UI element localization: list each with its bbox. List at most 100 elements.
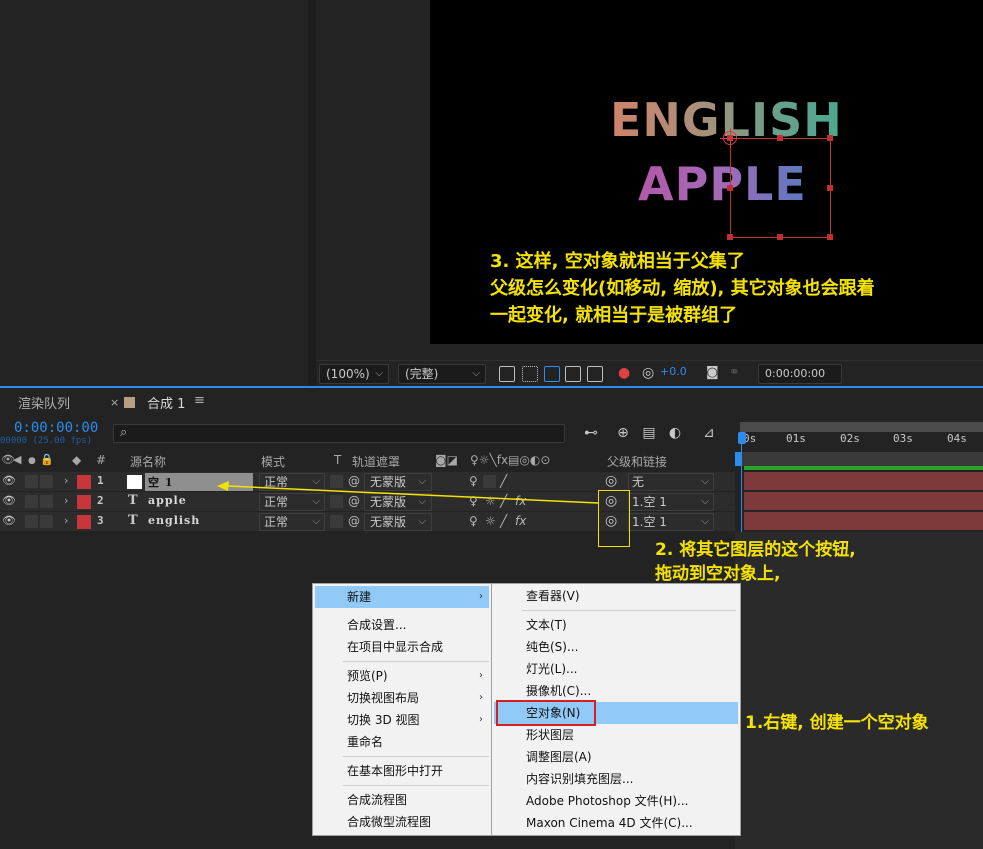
motion-blur-icon[interactable]: ◐ bbox=[666, 425, 684, 441]
work-area-bar[interactable] bbox=[735, 452, 983, 466]
expand-chevron-icon[interactable]: › bbox=[64, 494, 68, 507]
tab-close-icon[interactable]: × bbox=[110, 396, 119, 409]
shy-switch-icon[interactable]: ♀ bbox=[469, 494, 478, 508]
layer-row[interactable]: 👁 › 1 空 1 正常 ⌵ @ 无蒙版 ⌵ ♀ ╱ ◎ 无 ⌵ bbox=[0, 471, 735, 491]
submenu-item-light[interactable]: 灯光(L)... bbox=[494, 658, 738, 680]
exposure-reset-icon[interactable]: ◎ bbox=[642, 365, 654, 381]
submenu-item-cinema-4d-file[interactable]: Maxon Cinema 4D 文件(C)... bbox=[494, 812, 738, 834]
resolution-select[interactable]: (完整) ⌵ bbox=[398, 364, 486, 384]
label-color-swatch[interactable] bbox=[77, 495, 91, 509]
label-color-swatch[interactable] bbox=[77, 515, 91, 529]
eye-icon[interactable]: 👁 bbox=[2, 514, 16, 527]
mask-visibility-icon[interactable] bbox=[544, 366, 560, 382]
lock-toggle[interactable] bbox=[40, 495, 53, 508]
submenu-item-text[interactable]: 文本(T) bbox=[494, 614, 738, 636]
parent-dropdown[interactable]: 1.空 1 ⌵ bbox=[628, 493, 714, 511]
submenu-item-solid[interactable]: 纯色(S)... bbox=[494, 636, 738, 658]
menu-item-reveal-in-project[interactable]: 在项目中显示合成 bbox=[315, 636, 489, 658]
quality-switch-icon[interactable]: ╱ bbox=[500, 514, 507, 528]
quality-switch-icon[interactable]: ╱ bbox=[500, 474, 507, 488]
layer-duration-bar[interactable] bbox=[744, 472, 983, 490]
quality-switch-icon[interactable]: ╱ bbox=[500, 494, 507, 508]
layer-duration-bar[interactable] bbox=[744, 512, 983, 530]
transform-handle[interactable] bbox=[777, 135, 783, 141]
region-of-interest-icon[interactable] bbox=[565, 366, 581, 382]
preserve-transparency-toggle[interactable] bbox=[330, 495, 343, 508]
menu-item-open-in-essential-graphics[interactable]: 在基本图形中打开 bbox=[315, 760, 489, 782]
draft-3d-icon[interactable]: ⊷ bbox=[582, 425, 600, 441]
expand-chevron-icon[interactable]: › bbox=[64, 514, 68, 527]
layer-name[interactable]: apple bbox=[148, 494, 187, 507]
transform-handle[interactable] bbox=[827, 135, 833, 141]
transform-handle[interactable] bbox=[827, 185, 833, 191]
label-color-swatch[interactable] bbox=[77, 475, 91, 489]
collapse-switch-icon[interactable]: ☼ bbox=[485, 514, 496, 528]
submenu-item-camera[interactable]: 摄像机(C)... bbox=[494, 680, 738, 702]
submenu-item-adjustment-layer[interactable]: 调整图层(A) bbox=[494, 746, 738, 768]
color-channels-icon[interactable]: ● bbox=[618, 365, 630, 381]
menu-item-comp-flowchart[interactable]: 合成流程图 bbox=[315, 789, 489, 811]
transparency-grid-icon[interactable] bbox=[522, 366, 538, 382]
expand-chevron-icon[interactable]: › bbox=[64, 474, 68, 487]
time-navigator[interactable] bbox=[740, 422, 983, 432]
collapse-switch-icon[interactable]: ☼ bbox=[485, 494, 496, 508]
transform-handle[interactable] bbox=[777, 234, 783, 240]
effects-switch-icon[interactable]: fx bbox=[515, 494, 526, 508]
tab-comp-1[interactable]: 合成 1 bbox=[147, 393, 185, 412]
menu-item-comp-mini-flowchart[interactable]: 合成微型流程图 bbox=[315, 811, 489, 833]
parent-dropdown[interactable]: 无 ⌵ bbox=[628, 473, 714, 491]
parent-dropdown[interactable]: 1.空 1 ⌵ bbox=[628, 513, 714, 531]
lock-toggle[interactable] bbox=[40, 515, 53, 528]
layer-name[interactable]: 空 1 bbox=[148, 474, 173, 490]
menu-item-new[interactable]: 新建 › bbox=[315, 586, 489, 608]
anchor-point-icon[interactable] bbox=[720, 128, 740, 148]
column-header-source-name[interactable]: 源名称 bbox=[130, 453, 166, 470]
show-snapshot-icon[interactable]: ⚭ bbox=[729, 365, 740, 380]
shy-switch-icon[interactable]: ♀ bbox=[469, 514, 478, 528]
solo-toggle[interactable] bbox=[25, 515, 38, 528]
timeline-timecode[interactable]: 0:00:00:00 bbox=[14, 420, 98, 436]
submenu-item-photoshop-file[interactable]: Adobe Photoshop 文件(H)... bbox=[494, 790, 738, 812]
null-object-bounds[interactable] bbox=[727, 135, 833, 240]
collapse-switch[interactable] bbox=[483, 475, 496, 488]
submenu-item-viewer[interactable]: 查看器(V) bbox=[494, 585, 738, 607]
solo-toggle[interactable] bbox=[25, 495, 38, 508]
current-time-display[interactable]: 0:00:00:00 bbox=[758, 364, 842, 384]
menu-item-switch-view-layout[interactable]: 切换视图布局 › bbox=[315, 687, 489, 709]
frame-blending-icon[interactable]: ▤ bbox=[640, 425, 658, 441]
eye-icon[interactable]: 👁 bbox=[2, 474, 16, 487]
guides-icon[interactable] bbox=[587, 366, 603, 382]
preserve-transparency-toggle[interactable] bbox=[330, 515, 343, 528]
column-header-track-matte[interactable]: 轨道遮罩 bbox=[352, 453, 400, 470]
menu-item-preview[interactable]: 预览(P) › bbox=[315, 665, 489, 687]
column-header-parent[interactable]: 父级和链接 bbox=[607, 453, 667, 470]
graph-editor-icon[interactable]: ⊿ bbox=[700, 425, 718, 441]
transform-handle[interactable] bbox=[727, 185, 733, 191]
preserve-transparency-toggle[interactable] bbox=[330, 475, 343, 488]
snapshot-icon[interactable]: ◙ bbox=[706, 365, 719, 380]
menu-item-switch-3d-view[interactable]: 切换 3D 视图 › bbox=[315, 709, 489, 731]
eye-icon[interactable]: 👁 bbox=[2, 494, 16, 507]
menu-item-comp-settings[interactable]: 合成设置... bbox=[315, 614, 489, 636]
layer-search-input[interactable] bbox=[113, 424, 565, 443]
panel-divider[interactable] bbox=[308, 0, 316, 385]
transform-handle[interactable] bbox=[827, 234, 833, 240]
shy-switch-icon[interactable]: ♀ bbox=[469, 474, 478, 488]
submenu-item-shape-layer[interactable]: 形状图层 bbox=[494, 724, 738, 746]
parent-pickwhip-icon[interactable]: ◎ bbox=[605, 473, 617, 489]
menu-item-rename[interactable]: 重命名 bbox=[315, 731, 489, 753]
layer-name[interactable]: english bbox=[148, 514, 200, 527]
lock-toggle[interactable] bbox=[40, 475, 53, 488]
submenu-item-content-aware-fill-layer[interactable]: 内容识别填充图层... bbox=[494, 768, 738, 790]
transform-handle[interactable] bbox=[727, 234, 733, 240]
column-header-mode[interactable]: 模式 bbox=[261, 453, 285, 470]
solo-toggle[interactable] bbox=[25, 475, 38, 488]
matte-pickwhip-icon[interactable]: @ bbox=[348, 474, 360, 488]
tab-render-queue[interactable]: 渲染队列 bbox=[18, 393, 70, 412]
fast-preview-icon[interactable] bbox=[499, 366, 515, 382]
tab-menu-icon[interactable]: ≡ bbox=[194, 393, 205, 408]
shy-layers-icon[interactable]: ⊕ bbox=[614, 425, 632, 441]
zoom-select[interactable]: (100%) ⌵ bbox=[319, 364, 389, 384]
matte-pickwhip-icon[interactable]: @ bbox=[348, 494, 360, 508]
playhead-handle[interactable] bbox=[738, 432, 746, 444]
